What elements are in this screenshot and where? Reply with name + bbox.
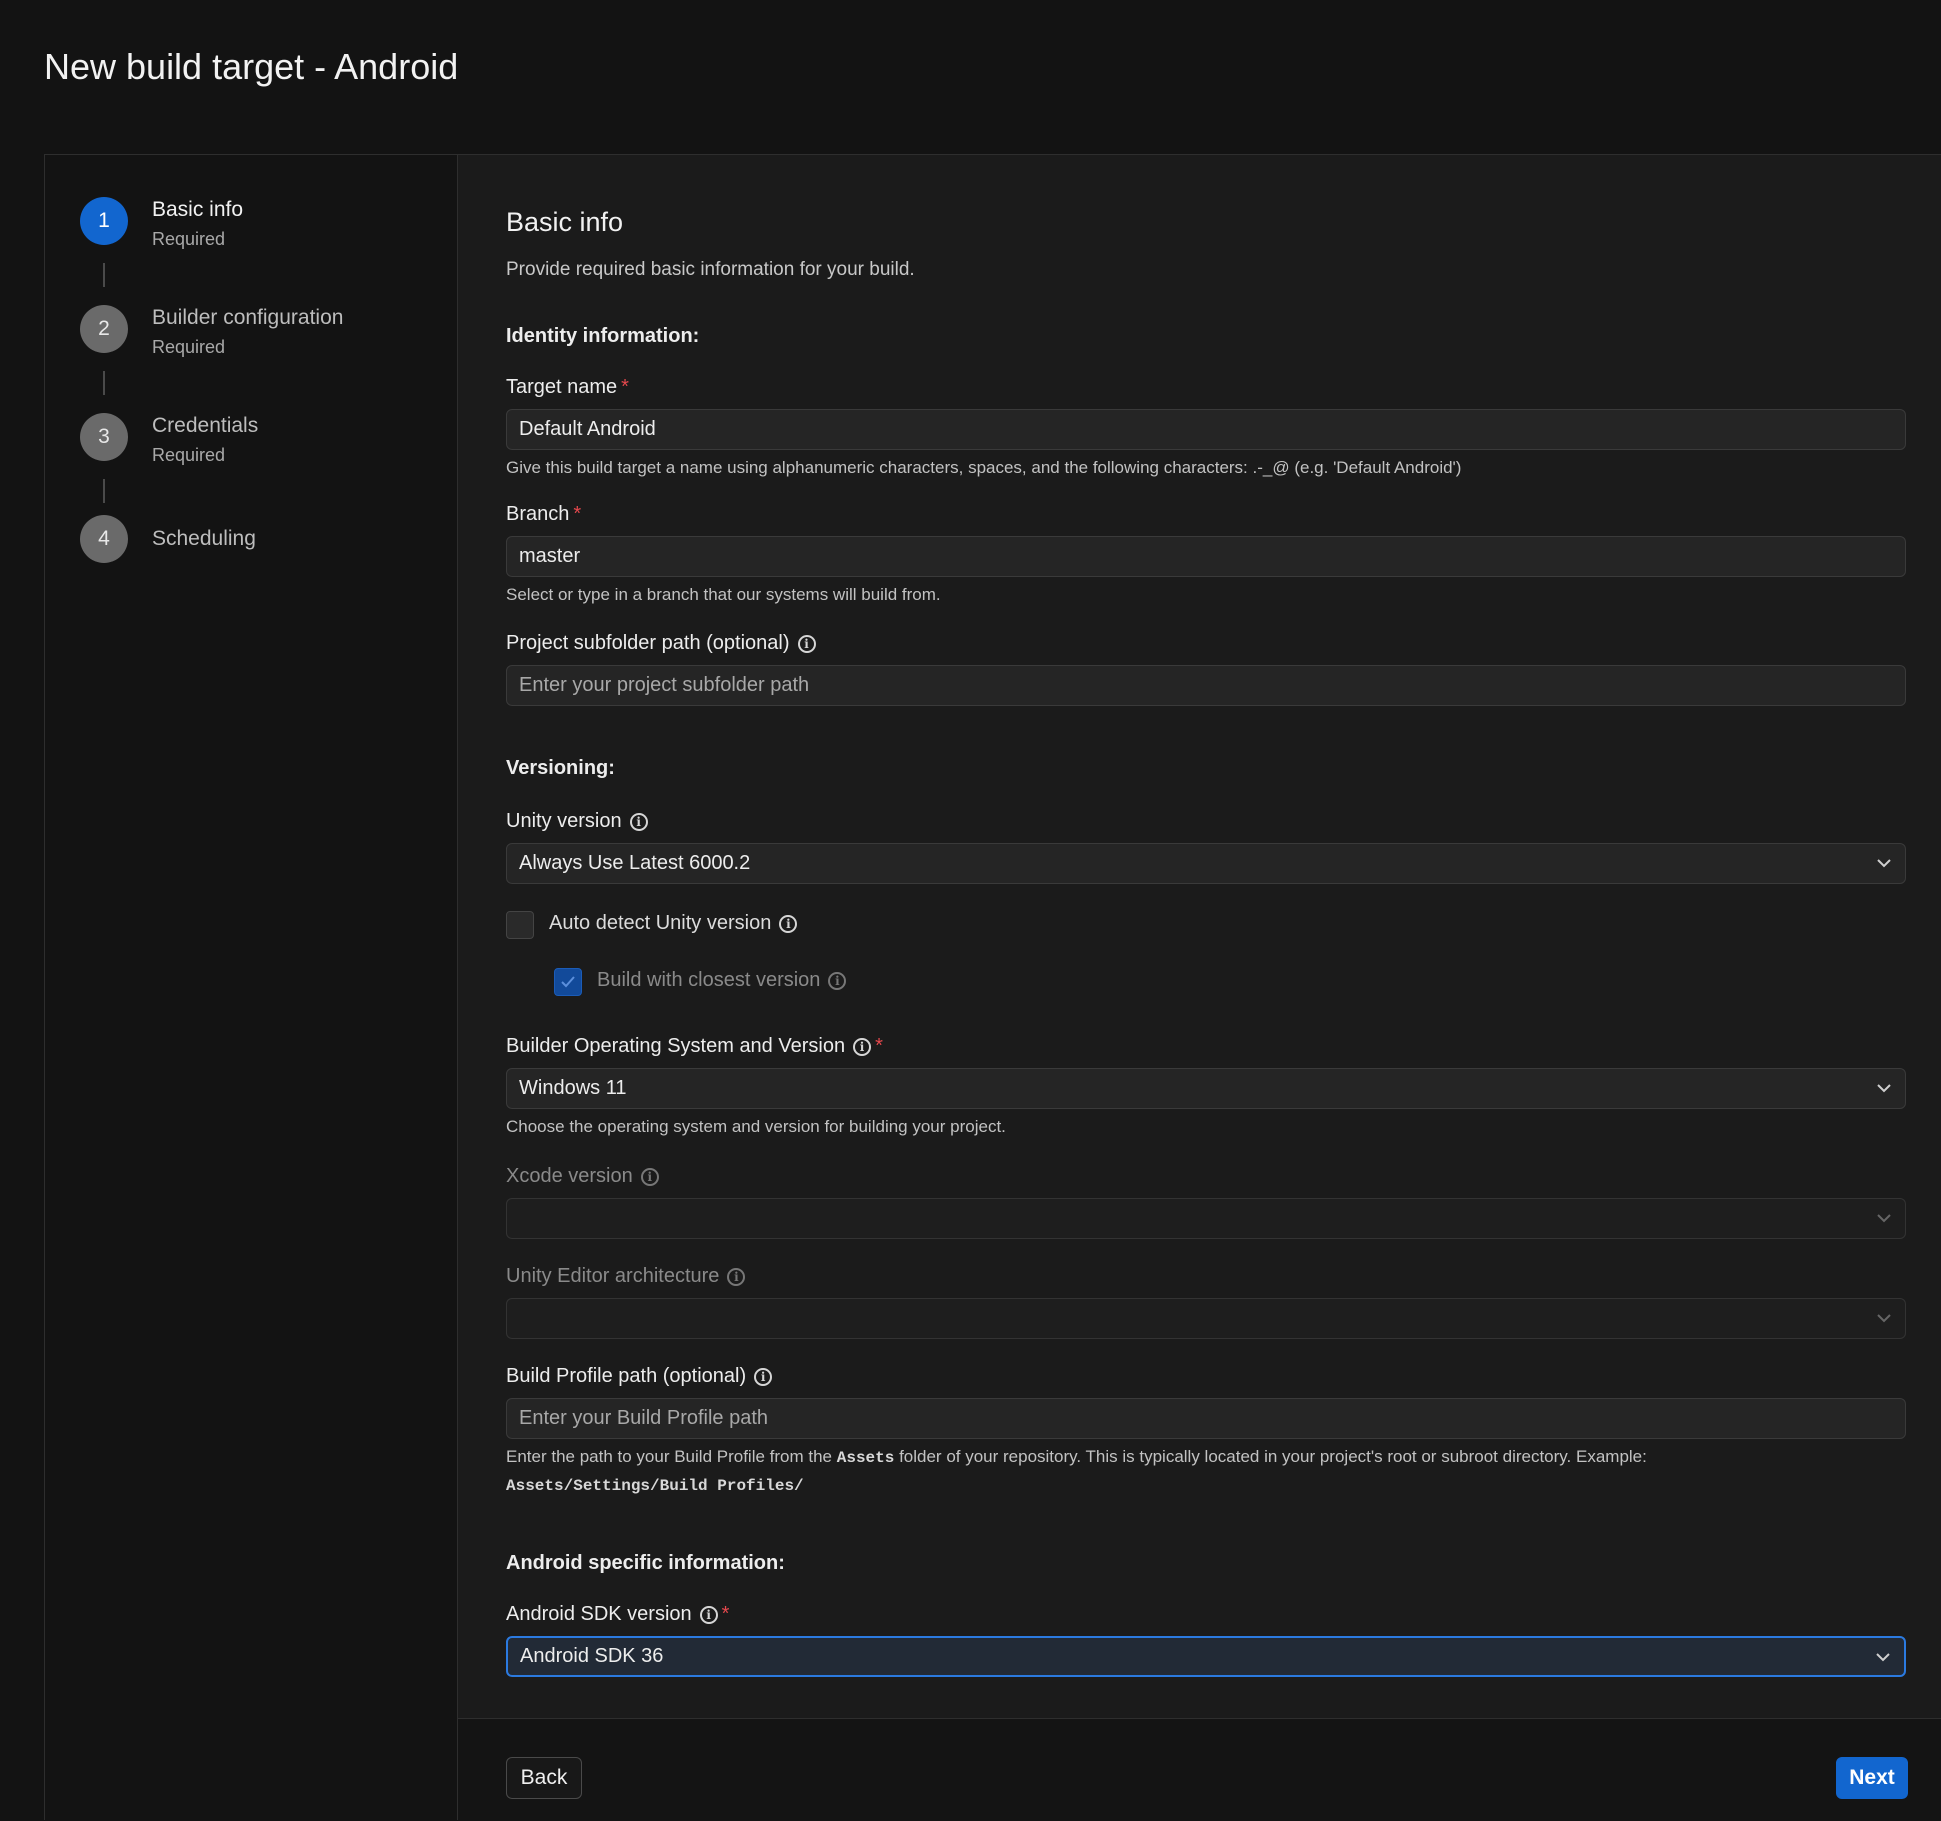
closest-version-checkbox[interactable]	[554, 968, 582, 996]
unity-version-select[interactable]: Always Use Latest 6000.2	[506, 843, 1906, 884]
xcode-version-label: Xcode version i	[506, 1165, 659, 1188]
auto-detect-checkbox[interactable]	[506, 911, 534, 939]
step-credentials[interactable]: 3 Credentials Required	[80, 413, 440, 465]
step-scheduling[interactable]: 4 Scheduling	[80, 515, 440, 567]
required-marker: *	[875, 1035, 883, 1057]
steps-sidebar: 1 Basic info Required 2 Builder configur…	[45, 155, 458, 1820]
required-marker: *	[721, 1603, 730, 1625]
xcode-version-select[interactable]	[506, 1198, 1906, 1239]
wizard-footer: Back Next	[458, 1718, 1941, 1821]
page-title: New build target - Android	[44, 46, 459, 87]
info-icon[interactable]: i	[629, 812, 648, 831]
info-icon[interactable]: i	[699, 1605, 718, 1624]
step-basic-info[interactable]: 1 Basic info Required	[80, 197, 440, 249]
step-connector	[103, 479, 105, 503]
builder-os-label: Builder Operating System and Version i *	[506, 1035, 883, 1057]
unity-version-label: Unity version i	[506, 810, 648, 833]
target-name-input[interactable]	[506, 409, 1906, 450]
branch-input[interactable]	[506, 536, 1906, 577]
basic-info-panel: Basic info Provide required basic inform…	[458, 155, 1941, 1718]
build-profile-help: Enter the path to your Build Profile fro…	[506, 1447, 1647, 1467]
info-icon[interactable]: i	[853, 1037, 872, 1056]
target-name-help: Give this build target a name using alph…	[506, 458, 1462, 477]
chevron-down-icon	[1877, 859, 1891, 868]
step-subtitle: Required	[152, 229, 226, 249]
info-icon[interactable]: i	[754, 1367, 773, 1386]
info-icon[interactable]: i	[727, 1267, 746, 1286]
step-connector	[103, 371, 105, 395]
step-number-badge: 2	[80, 305, 128, 353]
step-title: Scheduling	[152, 527, 256, 550]
step-subtitle: Required	[152, 337, 226, 357]
info-icon[interactable]: i	[828, 971, 847, 990]
step-builder-configuration[interactable]: 2 Builder configuration Required	[80, 305, 440, 357]
android-sdk-label: Android SDK version i *	[506, 1603, 730, 1625]
android-heading: Android specific information:	[506, 1552, 785, 1574]
versioning-heading: Versioning:	[506, 757, 615, 779]
builder-os-select[interactable]: Windows 11	[506, 1068, 1906, 1109]
info-icon[interactable]: i	[779, 914, 798, 933]
target-name-label: Target name *	[506, 376, 629, 398]
step-number-badge: 4	[80, 515, 128, 563]
chevron-down-icon	[1876, 1653, 1890, 1662]
auto-detect-label: Auto detect Unity version i	[549, 912, 798, 935]
section-title: Basic info	[506, 207, 624, 237]
closest-version-label: Build with closest version i	[597, 969, 847, 992]
step-title: Basic info	[152, 198, 244, 221]
chevron-down-icon	[1877, 1314, 1891, 1323]
step-title: Builder configuration	[152, 306, 344, 329]
build-profile-input[interactable]	[506, 1398, 1906, 1439]
subfolder-input[interactable]	[506, 665, 1906, 706]
chevron-down-icon	[1877, 1084, 1891, 1093]
editor-architecture-select[interactable]	[506, 1298, 1906, 1339]
subfolder-label: Project subfolder path (optional) i	[506, 632, 816, 655]
step-subtitle: Required	[152, 445, 226, 465]
back-button[interactable]: Back	[506, 1757, 582, 1799]
build-profile-example: Assets/Settings/Build Profiles/	[506, 1477, 804, 1495]
android-sdk-select[interactable]: Android SDK 36	[506, 1636, 1906, 1677]
builder-os-help: Choose the operating system and version …	[506, 1117, 1006, 1136]
step-title: Credentials	[152, 414, 259, 437]
step-number-badge: 1	[80, 197, 128, 245]
step-connector	[103, 263, 105, 287]
required-marker: *	[621, 376, 629, 398]
info-icon[interactable]: i	[797, 634, 816, 653]
build-profile-label: Build Profile path (optional) i	[506, 1365, 773, 1388]
editor-architecture-label: Unity Editor architecture i	[506, 1265, 746, 1288]
identity-heading: Identity information:	[506, 325, 700, 347]
branch-help: Select or type in a branch that our syst…	[506, 585, 941, 604]
branch-label: Branch *	[506, 503, 582, 525]
section-description: Provide required basic information for y…	[506, 259, 915, 280]
wizard-frame: 1 Basic info Required 2 Builder configur…	[44, 154, 1941, 1821]
required-marker: *	[573, 503, 582, 525]
next-button[interactable]: Next	[1836, 1757, 1908, 1799]
info-icon[interactable]: i	[640, 1167, 659, 1186]
step-number-badge: 3	[80, 413, 128, 461]
chevron-down-icon	[1877, 1214, 1891, 1223]
checkmark-icon	[561, 976, 575, 988]
